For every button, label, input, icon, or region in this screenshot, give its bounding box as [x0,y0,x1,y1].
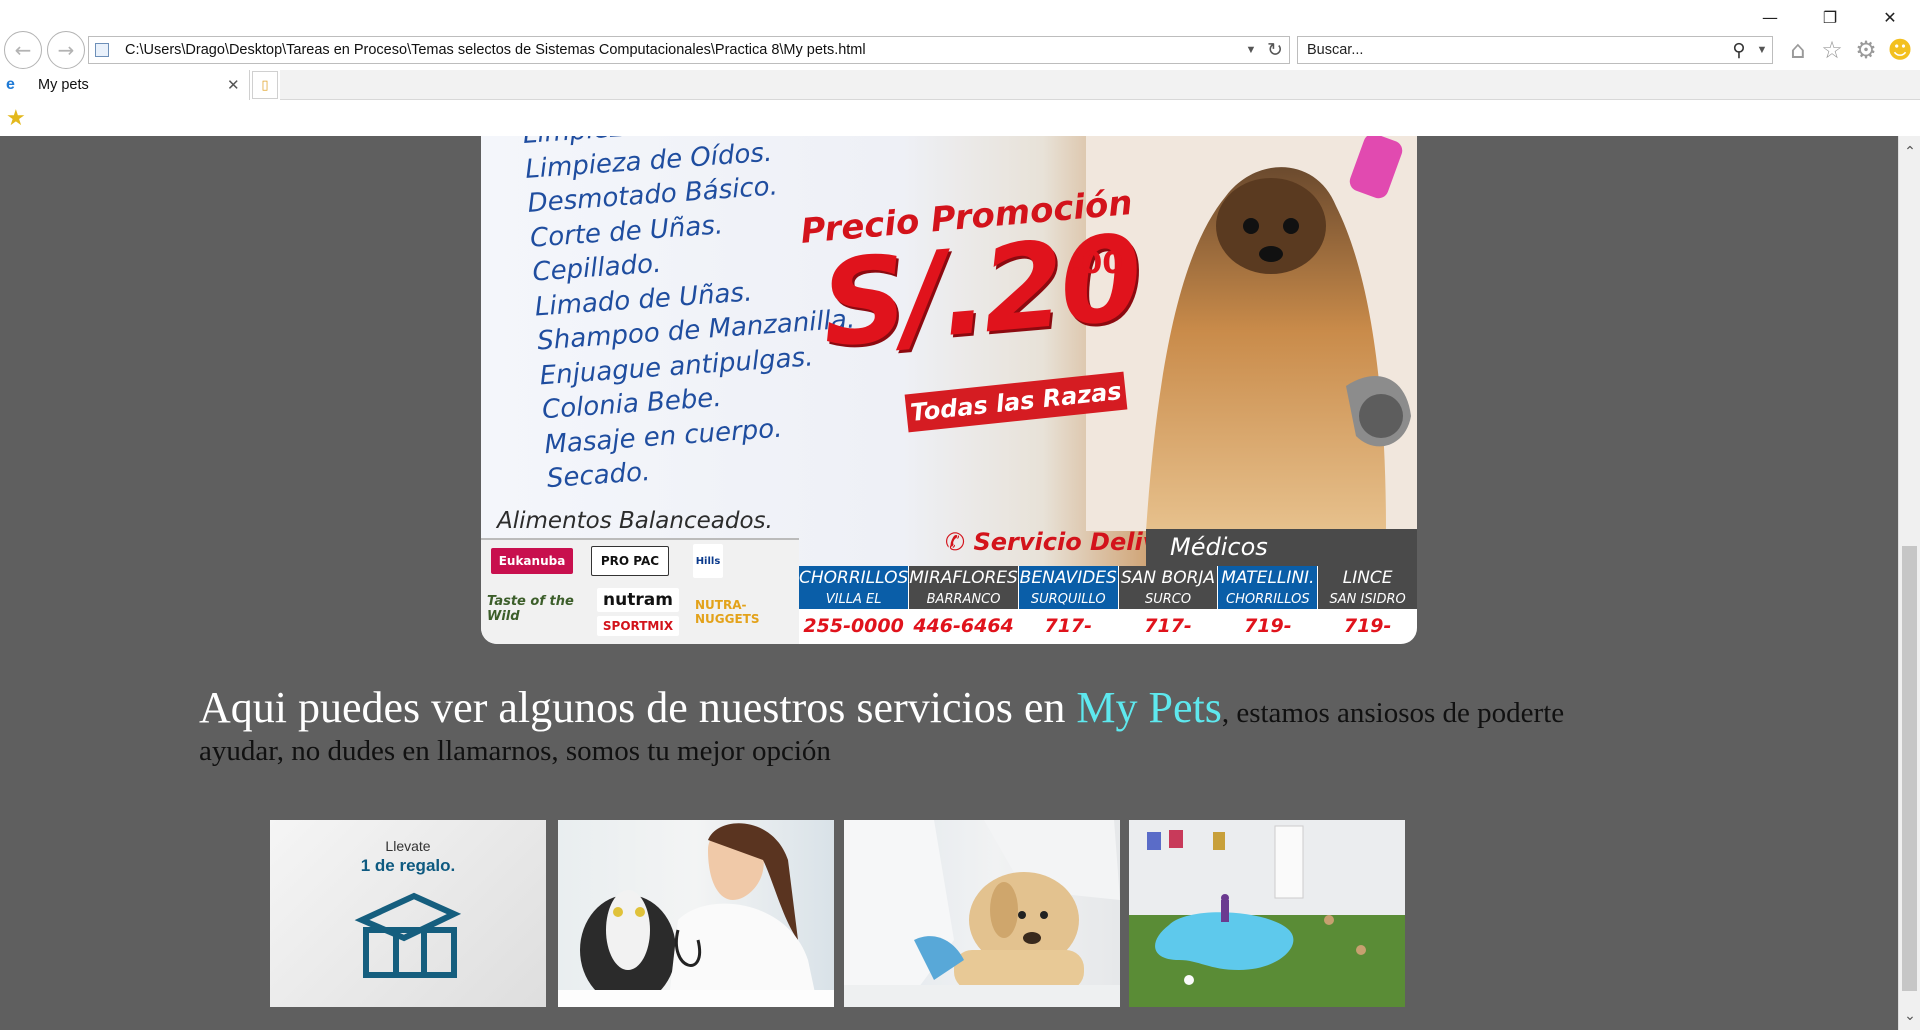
refresh-icon[interactable]: ↻ [1261,39,1289,62]
branch-name: MATELLINI. [1221,568,1315,588]
promo-price: S/.20 [816,208,1144,374]
branch-item: BENAVIDES SURQUILLO 717-2836 [1018,566,1119,644]
add-favorites-icon[interactable]: ★ [6,106,26,131]
branch-area: BARRANCO [926,592,1001,607]
branch-area: SAN ISIDRO [1329,592,1406,607]
scroll-down-icon[interactable]: ⌄ [1899,1008,1920,1024]
branch-phone: 717-2836 [1018,609,1118,644]
branches-table: CHORRILLOS VILLA EL SALVADOR 255-0000 MI… [799,566,1417,644]
brand-nutram: nutram [597,588,679,612]
branch-name: SAN BORJA [1121,568,1216,588]
gift-line2: 1 de regalo. [360,856,456,875]
branch-phone: 717- 7777 [1118,609,1218,644]
search-icon[interactable]: ⚲ [1726,40,1752,61]
branch-item: SAN BORJA SURCO 717- 7777 [1118,566,1219,644]
ie-page-icon: e [6,76,15,93]
scrollbar-thumb[interactable] [1902,546,1917,991]
branch-phone: 255-0000 [799,609,909,644]
address-dropdown-icon[interactable]: ▼ [1241,44,1261,56]
settings-gear-icon[interactable]: ⚙ [1853,36,1879,64]
brand-sportmix: SPORTMIX [597,616,679,636]
gift-line1: Llevate [385,838,431,854]
feedback-smiley-icon[interactable]: ☻ [1887,36,1913,64]
vertical-scrollbar[interactable]: ⌃ ⌄ [1898,136,1920,1030]
brand-propac: PRO PAC [591,546,669,576]
branch-item: MATELLINI. CHORRILLOS 719-7042 [1218,566,1319,644]
branch-area: CHORRILLOS [1226,592,1310,607]
brand-taste-of-the-wild: Taste of the Wild [487,594,574,624]
tab-my-pets[interactable]: e My pets ✕ [0,70,250,100]
branch-name: MIRAFLORES [909,568,1018,588]
branch-area: VILLA EL SALVADOR [819,592,889,626]
thumb-gift: Llevate 1 de regalo. [270,820,546,1007]
branch-phone: 719-7042 [1218,609,1318,644]
intro-paragraph: Aqui puedes ver algunos de nuestros serv… [199,686,1649,770]
window-controls: — ❐ ✕ [1740,0,1920,34]
address-bar[interactable]: C:\Users\Drago\Desktop\Tareas en Proceso… [88,36,1290,64]
scroll-up-icon[interactable]: ⌃ [1899,144,1920,160]
branch-name: BENAVIDES [1019,568,1117,588]
back-arrow-icon: ← [14,38,32,62]
browser-chrome: — ❐ ✕ ← → C:\Users\Drago\Desktop\Tareas … [0,0,1920,136]
intro-lead: Aqui puedes ver algunos de nuestros serv… [199,683,1077,732]
promo-banner: Limpieza de Almohadillas. Limpieza de Oí… [481,136,1417,644]
branch-name: CHORRILLOS [799,568,909,588]
thumb-pet-hotel [1129,820,1405,1007]
favorites-star-icon[interactable]: ☆ [1819,36,1845,64]
branch-name: LINCE [1342,568,1393,588]
branch-area: SURCO [1144,592,1192,607]
phone-icon: ✆ [945,528,966,556]
vet-cat-photo [558,823,834,1007]
specialists-label: Médicos Especialistas [1146,529,1417,598]
brand-hills: Hills [693,544,723,578]
close-icon[interactable]: ✕ [1860,0,1920,34]
promo-cents: .00 [1070,246,1124,281]
branch-phone: 446-6464 [909,609,1018,644]
search-dropdown-icon[interactable]: ▼ [1752,44,1772,56]
favorites-bar: ★ [0,100,1920,136]
tab-title: My pets [38,77,89,93]
services-list: Limpieza de Almohadillas. Limpieza de Oí… [522,136,867,497]
forward-button[interactable]: → [47,31,85,69]
page-viewport: Limpieza de Almohadillas. Limpieza de Oí… [0,136,1898,1030]
intro-brand: My Pets [1076,683,1222,732]
brand-eukanuba: Eukanuba [491,548,573,574]
food-brands: Eukanuba PRO PAC Hills Taste of the Wild… [481,538,799,644]
tab-strip [280,70,1920,100]
new-tab-icon: ▯ [261,77,269,93]
address-url[interactable]: C:\Users\Drago\Desktop\Tareas en Proceso… [125,42,1241,58]
brand-nutra-nuggets: NUTRA-NUGGETS [695,598,760,626]
search-placeholder[interactable]: Buscar... [1298,42,1726,58]
branch-item: MIRAFLORES BARRANCO 446-6464 [909,566,1019,644]
home-icon[interactable]: ⌂ [1785,36,1811,64]
back-button[interactable]: ← [4,31,42,69]
forward-arrow-icon: → [57,38,75,62]
thumb-vet-dog [844,820,1120,1007]
branch-item: CHORRILLOS VILLA EL SALVADOR 255-0000 [799,566,910,644]
gift-box-icon [354,892,462,978]
branch-area: SURQUILLO [1030,592,1106,607]
toolbar-icons: ⌂ ☆ ⚙ ☻ [1785,36,1913,64]
food-title: Alimentos Balanceados. [497,508,773,534]
tab-close-icon[interactable]: ✕ [227,76,249,94]
pet-hotel-photo [1129,820,1405,1007]
search-box[interactable]: Buscar... ⚲ ▼ [1297,36,1773,64]
new-tab-button[interactable]: ▯ [252,71,278,99]
branch-item: LINCE SAN ISIDRO 719-7174 [1318,566,1417,644]
vet-dog-photo [844,820,1120,1007]
restore-icon[interactable]: ❐ [1800,0,1860,34]
thumb-vet-cat [558,820,834,1007]
minimize-icon[interactable]: — [1740,0,1800,34]
page-icon [95,43,109,57]
branch-phone: 719-7174 [1318,609,1417,644]
